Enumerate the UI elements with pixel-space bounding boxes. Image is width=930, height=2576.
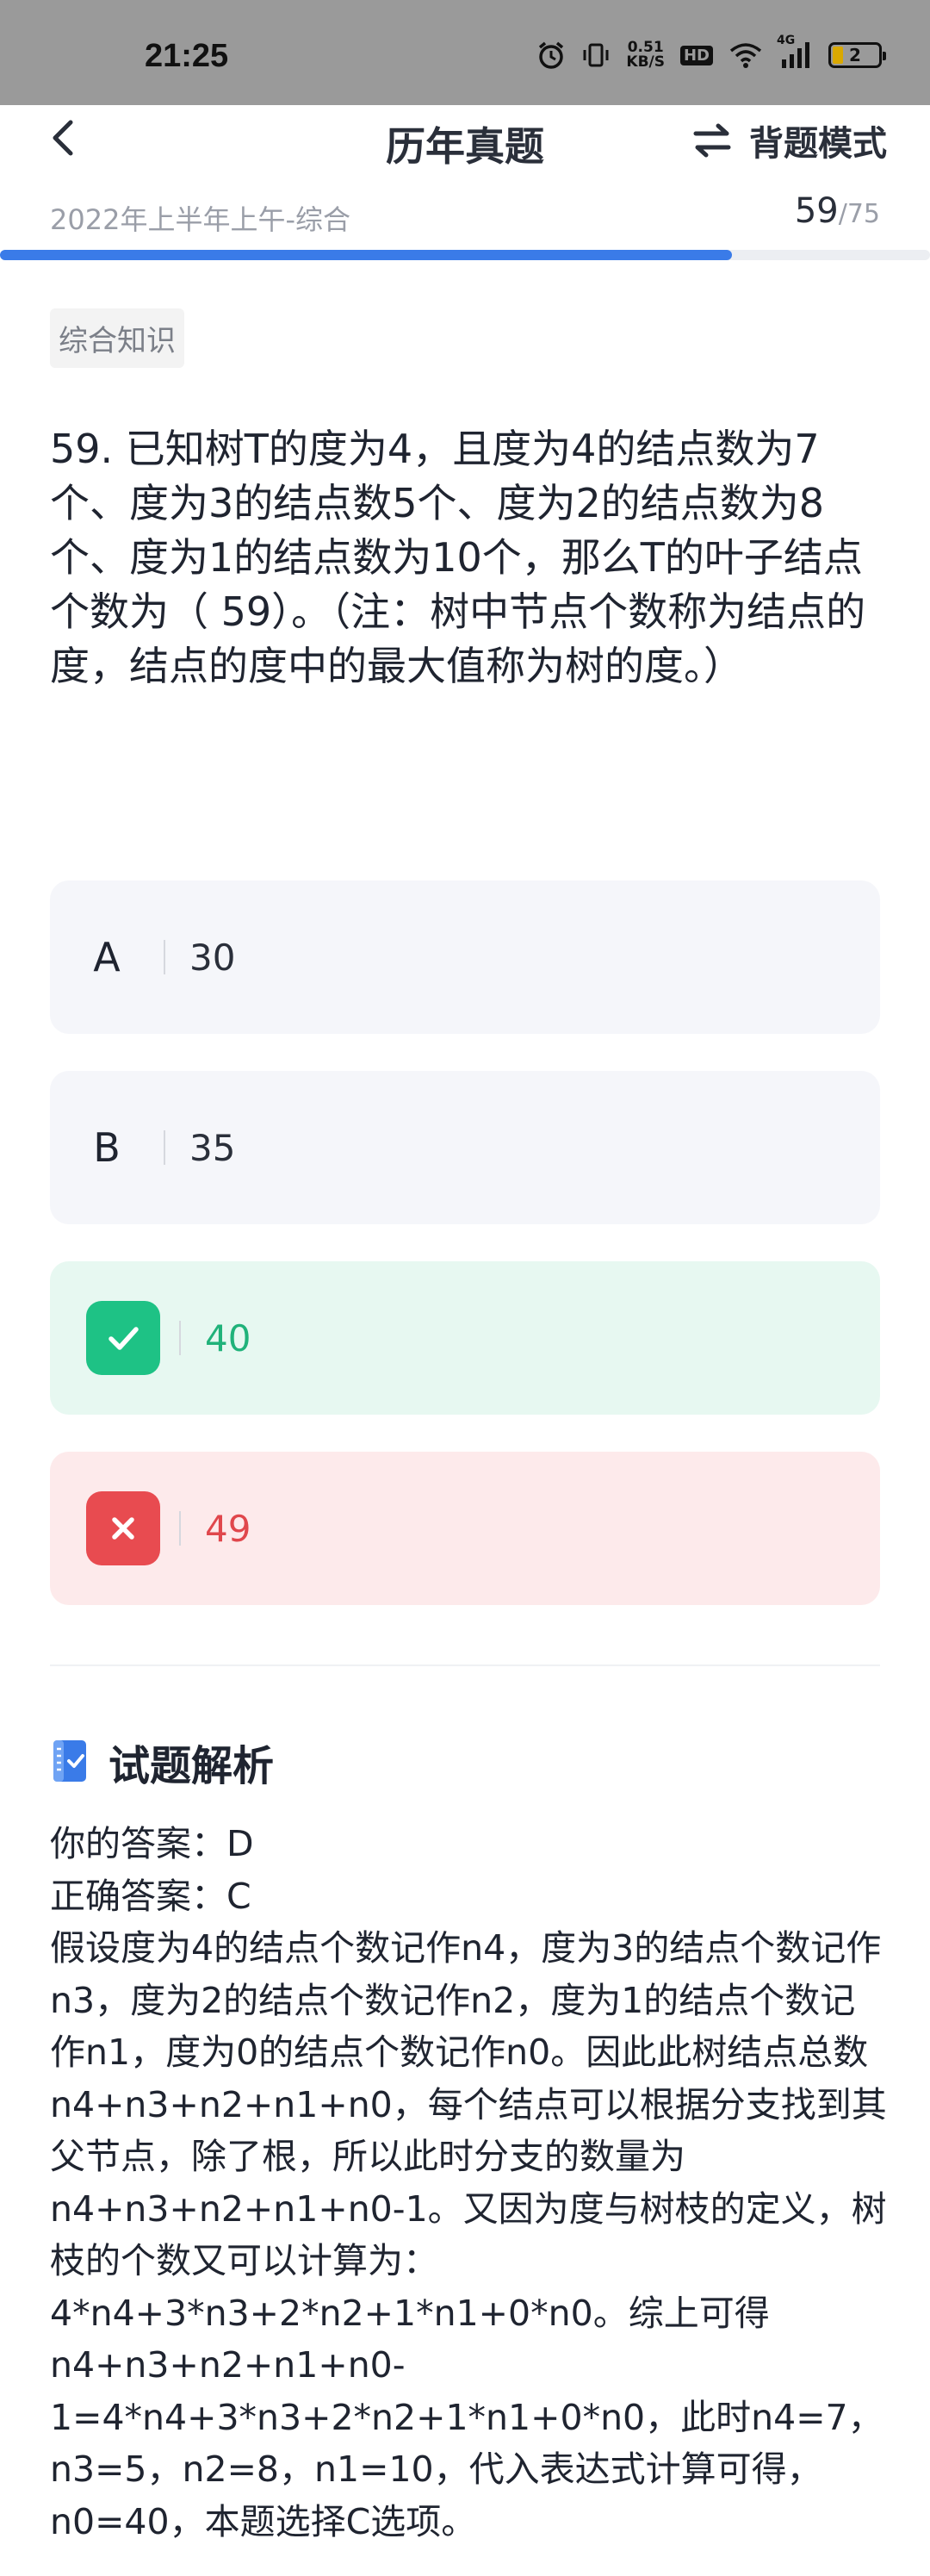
battery-level: 2 xyxy=(849,45,861,65)
exam-subtitle: 2022年上半年上午-综合 xyxy=(50,203,350,236)
signal-label: 4G xyxy=(777,34,796,47)
mode-toggle-button[interactable]: 背题模式 xyxy=(691,115,887,165)
analysis-header: 试题解析 xyxy=(50,1732,274,1792)
option-divider xyxy=(164,940,165,974)
hd-badge: HD xyxy=(679,45,713,65)
status-bar: 21:25 0.51 KB/S HD 4G 2 xyxy=(0,0,930,105)
analysis-explanation: 假设度为4的结点个数记作n4，度为3的结点个数记作n3，度为2的结点个数记作n2… xyxy=(50,1927,887,2542)
current-question-number: 59 xyxy=(794,191,839,231)
nav-bar: 历年真题 背题模式 xyxy=(0,105,930,188)
option-d[interactable]: 49 xyxy=(50,1452,880,1605)
close-icon xyxy=(86,1491,160,1565)
analysis-body: 你的答案：D 正确答案：C 假设度为4的结点个数记作n4，度为3的结点个数记作n… xyxy=(50,1818,890,2548)
net-speed-unit: KB/S xyxy=(626,53,665,71)
option-text: 35 xyxy=(189,1126,236,1169)
exam-info-bar: 2022年上半年上午-综合 59/75 xyxy=(0,188,930,255)
option-b[interactable]: B 35 xyxy=(50,1071,880,1224)
vibrate-icon xyxy=(581,40,611,70)
option-divider xyxy=(179,1321,181,1355)
mode-label: 背题模式 xyxy=(749,124,887,164)
alarm-icon xyxy=(536,40,566,70)
option-divider xyxy=(164,1130,165,1165)
option-divider xyxy=(179,1511,181,1546)
correct-answer: 正确答案：C xyxy=(50,1875,251,1917)
status-icons: 0.51 KB/S HD 4G 2 xyxy=(536,34,886,72)
net-speed: 0.51 KB/S xyxy=(626,40,665,70)
analysis-book-icon xyxy=(53,1740,86,1782)
battery-icon: 2 xyxy=(828,42,886,68)
option-letter: A xyxy=(93,934,121,980)
option-text: 30 xyxy=(189,936,236,979)
option-letter: B xyxy=(93,1124,121,1171)
your-answer: 你的答案：D xyxy=(50,1823,254,1864)
swap-icon xyxy=(693,123,731,158)
section-divider xyxy=(50,1664,880,1666)
option-c[interactable]: 40 xyxy=(50,1261,880,1415)
question-counter[interactable]: 59/75 xyxy=(795,191,880,231)
progress-fill xyxy=(0,250,732,260)
analysis-title: 试题解析 xyxy=(108,1742,275,1790)
total-questions: /75 xyxy=(838,199,880,229)
wifi-icon xyxy=(728,40,763,70)
status-time: 21:25 xyxy=(145,38,229,74)
progress-bar xyxy=(0,250,930,260)
check-icon xyxy=(86,1301,160,1375)
option-text: 49 xyxy=(205,1507,251,1550)
option-text: 40 xyxy=(205,1316,251,1360)
option-a[interactable]: A 30 xyxy=(50,880,880,1034)
category-tag: 综合知识 xyxy=(50,308,184,368)
signal-icon: 4G xyxy=(777,34,813,70)
question-text: 59. 已知树T的度为4，且度为4的结点数为7个、度为3的结点数5个、度为2的结… xyxy=(50,426,866,689)
